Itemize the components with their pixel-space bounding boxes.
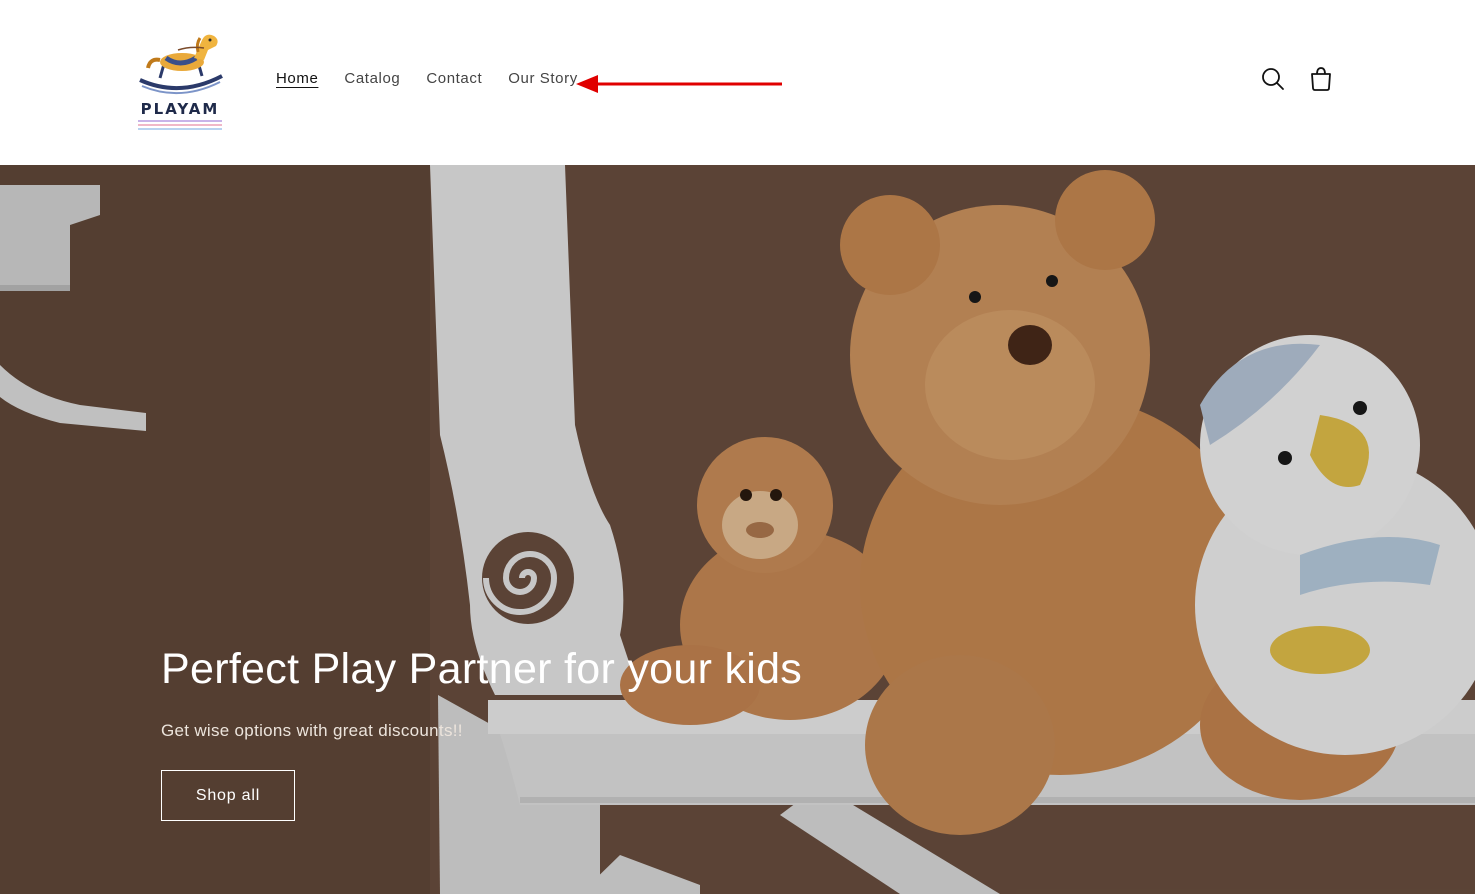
shop-all-button[interactable]: Shop all [161,770,295,821]
nav-item-home[interactable]: Home [276,69,318,89]
nav-item-contact[interactable]: Contact [426,69,482,89]
search-icon [1262,68,1284,90]
site-header: PLAYAM Home Catalog Contact Our Story [0,0,1475,165]
main-navigation: Home Catalog Contact Our Story [276,69,604,89]
cart-icon [1311,67,1331,91]
brand-name: PLAYAM [140,100,220,118]
hero-title: Perfect Play Partner for your kids [161,645,803,693]
nav-item-our-story[interactable]: Our Story [508,69,578,89]
hero-banner: Perfect Play Partner for your kids Get w… [0,165,1475,894]
nav-item-catalog[interactable]: Catalog [344,69,400,89]
hero-content: Perfect Play Partner for your kids Get w… [161,643,802,821]
cart-button[interactable] [1306,64,1336,94]
rocking-horse-icon [139,34,223,95]
red-arrow-icon [576,75,782,93]
search-button[interactable] [1258,64,1288,94]
brand-underline [138,120,222,132]
brand-logo[interactable]: PLAYAM [132,28,228,130]
hero-subtitle: Get wise options with great discounts!! [161,721,463,740]
